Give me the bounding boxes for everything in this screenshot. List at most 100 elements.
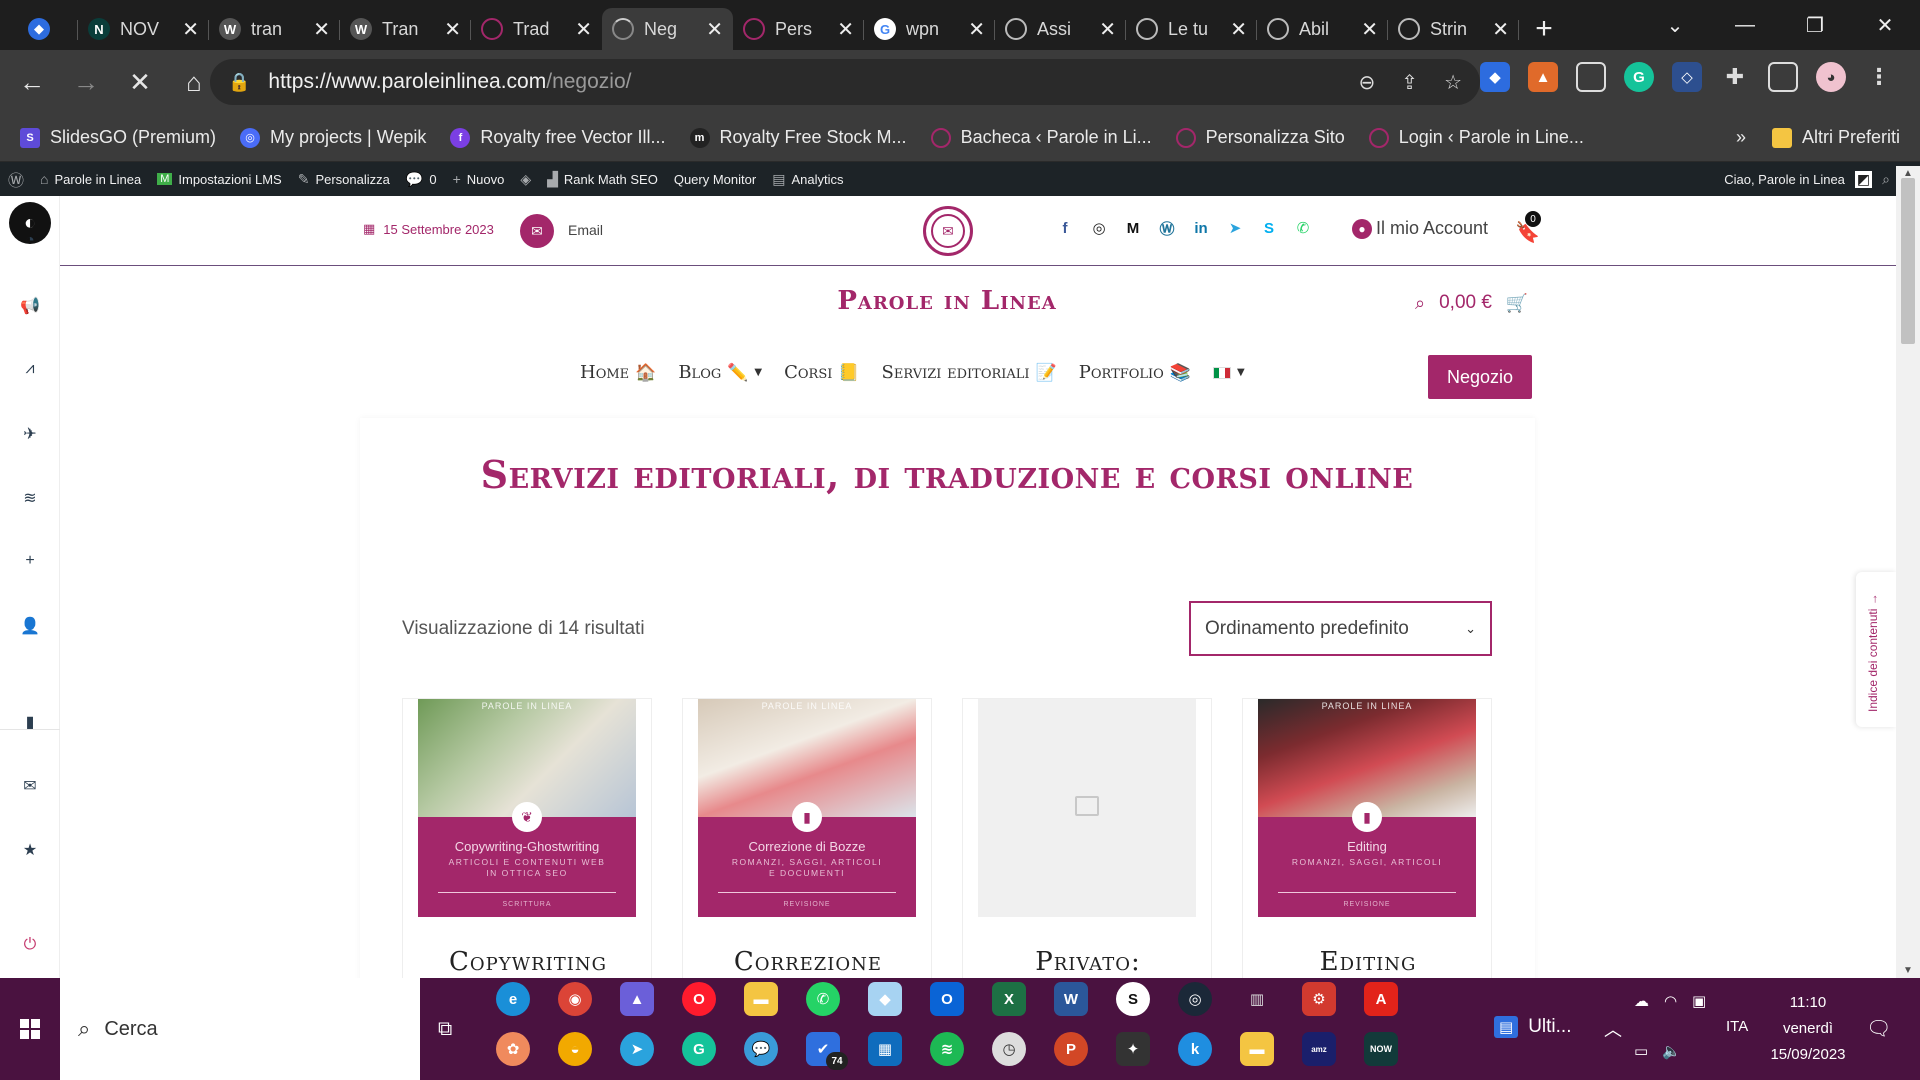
edge-icon[interactable]: e bbox=[496, 982, 530, 1016]
grammarly-extension-icon[interactable]: G bbox=[1624, 62, 1654, 92]
product-card[interactable]: PAROLE IN LINEA ▮ Correzione di Bozze RO… bbox=[682, 698, 932, 978]
spotify-icon[interactable]: ≋ bbox=[930, 1032, 964, 1066]
bookmark-stock[interactable]: m Royalty Free Stock M... bbox=[689, 127, 907, 148]
product-image[interactable]: PAROLE IN LINEA ❦ Copywriting-Ghostwriti… bbox=[418, 699, 636, 917]
close-window-button[interactable]: ✕ bbox=[1850, 13, 1920, 38]
notifications-icon[interactable]: 🗨 bbox=[1866, 1016, 1891, 1041]
notes-app-icon[interactable]: ◆ bbox=[868, 982, 902, 1016]
sidepanel-icon[interactable] bbox=[1768, 62, 1798, 92]
tab-6[interactable]: Pers ✕ bbox=[733, 8, 864, 50]
page-scrollbar[interactable]: ▲ ▼ bbox=[1896, 166, 1920, 978]
nav-portfolio[interactable]: Portfolio 📚 bbox=[1079, 362, 1191, 383]
nav-corsi[interactable]: Corsi 📒 bbox=[784, 362, 859, 383]
star-icon[interactable]: ★ bbox=[0, 840, 60, 860]
chrome-icon[interactable]: ◉ bbox=[558, 982, 592, 1016]
wordpress-icon[interactable]: Ⓦ bbox=[1158, 219, 1176, 238]
share-icon[interactable]: ⇪ bbox=[1401, 70, 1418, 95]
gem-extension-icon[interactable]: ◆ bbox=[1480, 62, 1510, 92]
cart-amount[interactable]: 0,00 € bbox=[1439, 292, 1492, 314]
onedrive-icon[interactable]: ☁ bbox=[1634, 992, 1649, 1010]
fox-extension-icon[interactable]: ▲ bbox=[1528, 62, 1558, 92]
bookmark-vector[interactable]: f Royalty free Vector Ill... bbox=[450, 127, 666, 148]
tray-app-icon[interactable]: ▣ bbox=[1692, 992, 1706, 1010]
news-widget[interactable]: ▤ Ulti... bbox=[1494, 1016, 1571, 1038]
task-view-icon[interactable]: ⧉ bbox=[438, 1018, 452, 1041]
battery-icon[interactable]: ▭ bbox=[1634, 1042, 1648, 1060]
tab-3[interactable]: W Tran ✕ bbox=[340, 8, 471, 50]
telegram-icon[interactable]: ➤ bbox=[620, 1032, 654, 1066]
folder-icon[interactable]: ▬ bbox=[1240, 1032, 1274, 1066]
tray-overflow-icon[interactable]: ︿ bbox=[1604, 1016, 1622, 1042]
acrobat-icon[interactable]: A bbox=[1364, 982, 1398, 1016]
close-tab-icon[interactable]: ✕ bbox=[968, 17, 985, 42]
wp-comments[interactable]: 💬 0 bbox=[398, 171, 445, 188]
language-switcher[interactable]: ▼ bbox=[1213, 366, 1245, 379]
copilot-icon[interactable]: ▲ bbox=[620, 982, 654, 1016]
tab-search-icon[interactable]: ⌄ bbox=[1640, 13, 1710, 38]
wifi-icon[interactable]: ◠ bbox=[1664, 992, 1677, 1010]
restore-button[interactable]: ❐ bbox=[1780, 13, 1850, 38]
window-extension-icon[interactable] bbox=[1576, 62, 1606, 92]
volume-icon[interactable]: 🔈 bbox=[1662, 1042, 1681, 1060]
rocket-icon[interactable]: ✈ bbox=[0, 424, 60, 444]
bookmark-login[interactable]: Login ‹ Parole in Line... bbox=[1368, 127, 1584, 148]
tab-2[interactable]: Wtran ✕ bbox=[209, 8, 340, 50]
stop-loading-button[interactable]: ✕ bbox=[118, 60, 162, 104]
bookmark-bacheca[interactable]: Bacheca ‹ Parole in Li... bbox=[930, 127, 1152, 148]
my-account-link[interactable]: ● Il mio Account bbox=[1352, 218, 1488, 239]
instagram-icon[interactable]: ◎ bbox=[1090, 219, 1108, 237]
email-icon[interactable]: ✉ bbox=[520, 214, 554, 248]
close-tab-icon[interactable]: ✕ bbox=[1492, 17, 1509, 42]
tab-0[interactable]: ◆ bbox=[0, 8, 78, 50]
other-bookmarks[interactable]: Altri Preferiti bbox=[1771, 127, 1900, 148]
close-tab-icon[interactable]: ✕ bbox=[575, 17, 592, 42]
wp-new[interactable]: + Nuovo bbox=[445, 171, 513, 187]
wp-analytics[interactable]: ▤ Analytics bbox=[764, 171, 851, 188]
wp-lms-settings[interactable]: M Impostazioni LMS bbox=[149, 172, 290, 187]
wp-account-greeting[interactable]: Ciao, Parole in Linea bbox=[1724, 172, 1845, 187]
wp-logo-icon[interactable]: Ⓦ bbox=[0, 167, 32, 191]
medium-icon[interactable]: M bbox=[1124, 219, 1142, 237]
bookmark-wepik[interactable]: ◎ My projects | Wepik bbox=[240, 127, 426, 148]
product-image[interactable]: PAROLE IN LINEA ▮ Correzione di Bozze RO… bbox=[698, 699, 916, 917]
power-icon[interactable]: ⏻ bbox=[0, 936, 60, 954]
product-card[interactable]: PAROLE IN LINEA ▮ Editing ROMANZI, SAGGI… bbox=[1242, 698, 1492, 978]
amazon-music-icon[interactable]: amz bbox=[1302, 1032, 1336, 1066]
wp-query-monitor[interactable]: Query Monitor bbox=[666, 172, 764, 187]
start-button[interactable] bbox=[0, 978, 60, 1080]
now-app-icon[interactable]: NOW bbox=[1364, 1032, 1398, 1066]
lock-icon[interactable]: 🔒 bbox=[228, 72, 250, 93]
search-icon[interactable]: ⌕ bbox=[1882, 171, 1890, 188]
excel-icon[interactable]: X bbox=[992, 982, 1026, 1016]
clock-app-icon[interactable]: ◷ bbox=[992, 1032, 1026, 1066]
new-tab-button[interactable]: + bbox=[1519, 8, 1569, 50]
forward-button[interactable]: → bbox=[64, 60, 108, 104]
nav-servizi[interactable]: Servizi editoriali 📝 bbox=[882, 362, 1057, 383]
product-card[interactable]: PAROLE IN LINEA ❦ Copywriting-Ghostwriti… bbox=[402, 698, 652, 978]
language-indicator[interactable]: ITA bbox=[1726, 1018, 1748, 1035]
gauge-icon[interactable]: ◔ bbox=[0, 232, 60, 250]
close-tab-icon[interactable]: ✕ bbox=[1230, 17, 1247, 42]
whatsapp-icon[interactable]: ✆ bbox=[806, 982, 840, 1016]
system-clock[interactable]: 11:10 venerdì 15/09/2023 bbox=[1768, 990, 1848, 1068]
whatsapp-icon[interactable]: ✆ bbox=[1294, 219, 1312, 237]
davinci-icon[interactable]: ✦ bbox=[1116, 1032, 1150, 1066]
chat-icon[interactable]: 💬 bbox=[744, 1032, 778, 1066]
mail-icon[interactable]: ✉ bbox=[0, 776, 60, 796]
code-extension-icon[interactable]: ◇ bbox=[1672, 62, 1702, 92]
close-tab-icon[interactable]: ✕ bbox=[182, 17, 199, 42]
tab-11[interactable]: Strin ✕ bbox=[1388, 8, 1519, 50]
site-logo[interactable]: ✉ bbox=[923, 206, 973, 256]
bookmark-slidesgo[interactable]: S SlidesGO (Premium) bbox=[20, 127, 216, 148]
close-tab-icon[interactable]: ✕ bbox=[444, 17, 461, 42]
file-explorer-icon[interactable]: ▬ bbox=[744, 982, 778, 1016]
sort-dropdown[interactable]: Ordinamento predefinito ⌄ bbox=[1189, 601, 1492, 656]
scrollbar-thumb[interactable] bbox=[1901, 178, 1915, 344]
tab-9[interactable]: Le tu ✕ bbox=[1126, 8, 1257, 50]
email-link[interactable]: Email bbox=[568, 222, 603, 238]
bookmarks-overflow-button[interactable]: » bbox=[1736, 127, 1746, 148]
minimize-button[interactable]: — bbox=[1710, 14, 1780, 37]
telegram-icon[interactable]: ➤ bbox=[1226, 219, 1244, 237]
tab-5-active[interactable]: Neg ✕ bbox=[602, 8, 733, 50]
book-icon[interactable]: ▮ bbox=[0, 712, 60, 732]
